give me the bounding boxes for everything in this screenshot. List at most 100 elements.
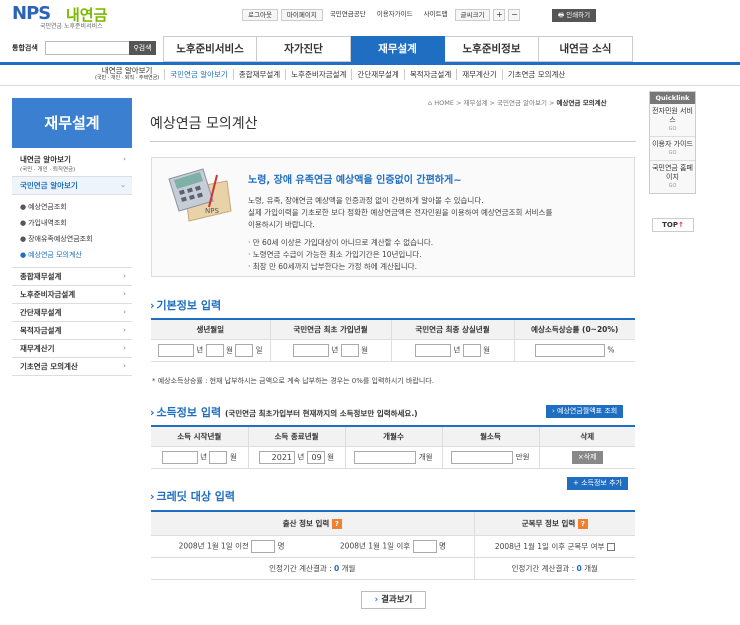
army-cell: 2008년 1월 1일 이후 군복무 여부 (474, 535, 635, 558)
income-start-month-input[interactable] (209, 450, 228, 464)
birth-before-input[interactable] (251, 539, 276, 553)
help-icon[interactable]: ? (577, 518, 588, 529)
subnav-my-pension[interactable]: 내연금 알아보기 (국민 · 개인 · 퇴직 · 주택연금) (90, 66, 164, 82)
chevron-right-icon: › (123, 344, 126, 352)
button-label: 결과보기 (381, 595, 413, 605)
go-label: GO (668, 183, 677, 189)
last-loss-year-input[interactable] (415, 343, 451, 357)
unit-year: 년 (297, 452, 305, 461)
nps-link[interactable]: 국민연금공단 (326, 9, 370, 21)
subnav-total-planning[interactable]: 종합재무설계 (232, 68, 285, 80)
search-button[interactable]: ⚲검색 (129, 41, 156, 55)
guide-link[interactable]: 이용자가이드 (373, 9, 417, 21)
subnav-my-pension-sub: (국민 · 개인 · 퇴직 · 주택연금) (95, 74, 160, 81)
sidebar-item-my-pension[interactable]: 내연금 알아보기 (국민 · 개인 · 퇴직연금) › (12, 151, 132, 177)
subnav-simple-planning[interactable]: 간단재무설계 (351, 68, 403, 80)
sidebar-item-label: 국민연금 알아보기 (20, 181, 78, 190)
breadcrumb: ⌂ HOME > 재무설계 > 국민연금 알아보기 > 예상연금 모의계산 (428, 97, 607, 107)
sidebar-item-national-pension[interactable]: 국민연금 알아보기 ⌄ (12, 177, 132, 195)
gnb-retirement-service[interactable]: 노후준비서비스 (163, 36, 257, 62)
result-prefix: 인정기간 계산결과 : (269, 563, 332, 573)
monthly-income-cell: 만원 (442, 446, 540, 469)
sidebar-item-retirement-fund[interactable]: 노후준비자금설계 › (12, 286, 132, 304)
sidebar-item-basic-pension[interactable]: 기초연금 모의계산 › (12, 358, 132, 376)
help-icon[interactable]: ? (331, 518, 342, 529)
sidebar-item-goal-fund[interactable]: 목적자금설계 › (12, 322, 132, 340)
sidebar-item-total-planning[interactable]: 종합재무설계 › (12, 268, 132, 286)
birth-month-input[interactable] (205, 343, 224, 357)
go-label: GO (668, 126, 677, 132)
army-checkbox[interactable] (606, 542, 615, 551)
quicklink-guide[interactable]: 이용자 가이드 GO (650, 137, 695, 161)
font-plus-button[interactable]: + (493, 9, 506, 21)
subnav-national-pension[interactable]: 국민연금 알아보기 (164, 68, 233, 80)
subnav-calculator[interactable]: 재무계산기 (456, 68, 502, 80)
delete-button[interactable]: ×삭제 (571, 450, 603, 464)
monthly-income-input[interactable] (451, 450, 514, 464)
search-input[interactable] (45, 41, 131, 55)
subnav-goal-fund[interactable]: 목적자금설계 (403, 68, 456, 80)
birth-after-cell: 2008년 1월 1일 이후 명 (312, 535, 475, 558)
unit-person: 명 (277, 541, 285, 550)
sidebar-sub-history[interactable]: ● 가입내역조회 (12, 215, 132, 231)
section-basic-title: › 기본정보 입력 (150, 297, 221, 313)
sidebar-item-simple-planning[interactable]: 간단재무설계 › (12, 304, 132, 322)
income-rate-input[interactable] (534, 343, 605, 357)
gnb-retirement-info[interactable]: 노후준비정보 (445, 36, 539, 62)
font-minus-button[interactable]: − (508, 9, 521, 21)
bullet-icon: ● (20, 251, 27, 259)
unit-percent: % (607, 345, 615, 354)
chevron-down-icon: ⌄ (120, 181, 126, 189)
svg-text:NPS: NPS (205, 207, 219, 215)
sidebar-sub-label: 장애유족예상연금조회 (28, 235, 93, 243)
subnav-basic-pension[interactable]: 기초연금 모의계산 (501, 68, 571, 80)
top-button[interactable]: TOP↑ (652, 218, 694, 232)
last-loss-cell: 년 월 (391, 339, 515, 362)
first-join-year-input[interactable] (293, 343, 329, 357)
th-birth: 생년월일 (151, 319, 271, 340)
credit-table: 출산 정보 입력 ? 군복무 정보 입력 ? 2008년 1월 1일 이전 명 … (151, 510, 635, 580)
pension-table-lookup-button[interactable]: › 예상연금월액표 조회 (546, 405, 624, 418)
gnb-self-diagnosis[interactable]: 자가진단 (257, 36, 351, 62)
view-result-button[interactable]: › 결과보기 (361, 591, 426, 609)
print-button[interactable]: 🖶 인쇄하기 (552, 9, 597, 22)
sidebar-item-calculator[interactable]: 재무계산기 › (12, 340, 132, 358)
unit-won: 만원 (515, 452, 530, 461)
chevron-right-icon: › (150, 406, 155, 419)
sidebar-sub-simulation[interactable]: ● 예상연금 모의계산 (12, 247, 132, 263)
income-rate-cell: % (514, 339, 635, 362)
months-input[interactable] (354, 450, 417, 464)
sub-nav: 내연금 알아보기 (국민 · 개인 · 퇴직 · 주택연금) 국민연금 알아보기 … (90, 66, 570, 82)
months-cell: 개월 (345, 446, 443, 469)
income-end-month-input[interactable]: 09 (306, 450, 325, 464)
button-label: 삭제 (583, 452, 597, 461)
quicklink-homepage[interactable]: 국민연금 홈페이지 GO (650, 161, 695, 193)
first-join-month-input[interactable] (340, 343, 359, 357)
th-last-loss: 국민연금 최종 상실년월 (391, 319, 515, 340)
first-join-cell: 년 월 (270, 339, 392, 362)
sidebar-sub-disability[interactable]: ● 장애유족예상연금조회 (12, 231, 132, 247)
quicklink-e-civil[interactable]: 전자민원 서비스 GO (650, 104, 695, 137)
add-income-button[interactable]: + 소득정보 추가 (567, 477, 628, 490)
sidebar: 내연금 알아보기 (국민 · 개인 · 퇴직연금) › 국민연금 알아보기 ⌄ ● 예상… (12, 151, 132, 376)
th-label: 군복무 정보 입력 (521, 518, 576, 528)
last-loss-month-input[interactable] (462, 343, 481, 357)
unit-month: 월 (361, 345, 368, 354)
birth-year-input[interactable] (157, 343, 194, 357)
birth-day-input[interactable] (235, 343, 254, 357)
subnav-retirement-fund[interactable]: 노후준비자금설계 (285, 68, 351, 80)
th-income-start: 소득 시작년월 (151, 426, 249, 447)
sitemap-link[interactable]: 사이트맵 (420, 9, 452, 21)
birth-after-input[interactable] (412, 539, 437, 553)
mypage-link[interactable]: 마이페이지 (280, 9, 323, 21)
logout-link[interactable]: 로그아웃 (242, 9, 278, 21)
gnb-financial-planning[interactable]: 재무설계 (351, 36, 445, 63)
income-end-year-input[interactable]: 2021 (259, 450, 295, 464)
birth-after-label: 2008년 1월 1일 이후 (339, 541, 411, 550)
bullet-icon: ● (20, 203, 27, 211)
income-start-year-input[interactable] (161, 450, 198, 464)
gnb-pension-news[interactable]: 내연금 소식 (539, 36, 633, 62)
army-label: 2008년 1월 1일 이후 군복무 여부 (494, 541, 605, 551)
sidebar-sub-expected-pension[interactable]: ● 예상연금조회 (12, 199, 132, 215)
army-result-cell: 인정기간 계산결과 : 0 개월 (474, 557, 635, 580)
